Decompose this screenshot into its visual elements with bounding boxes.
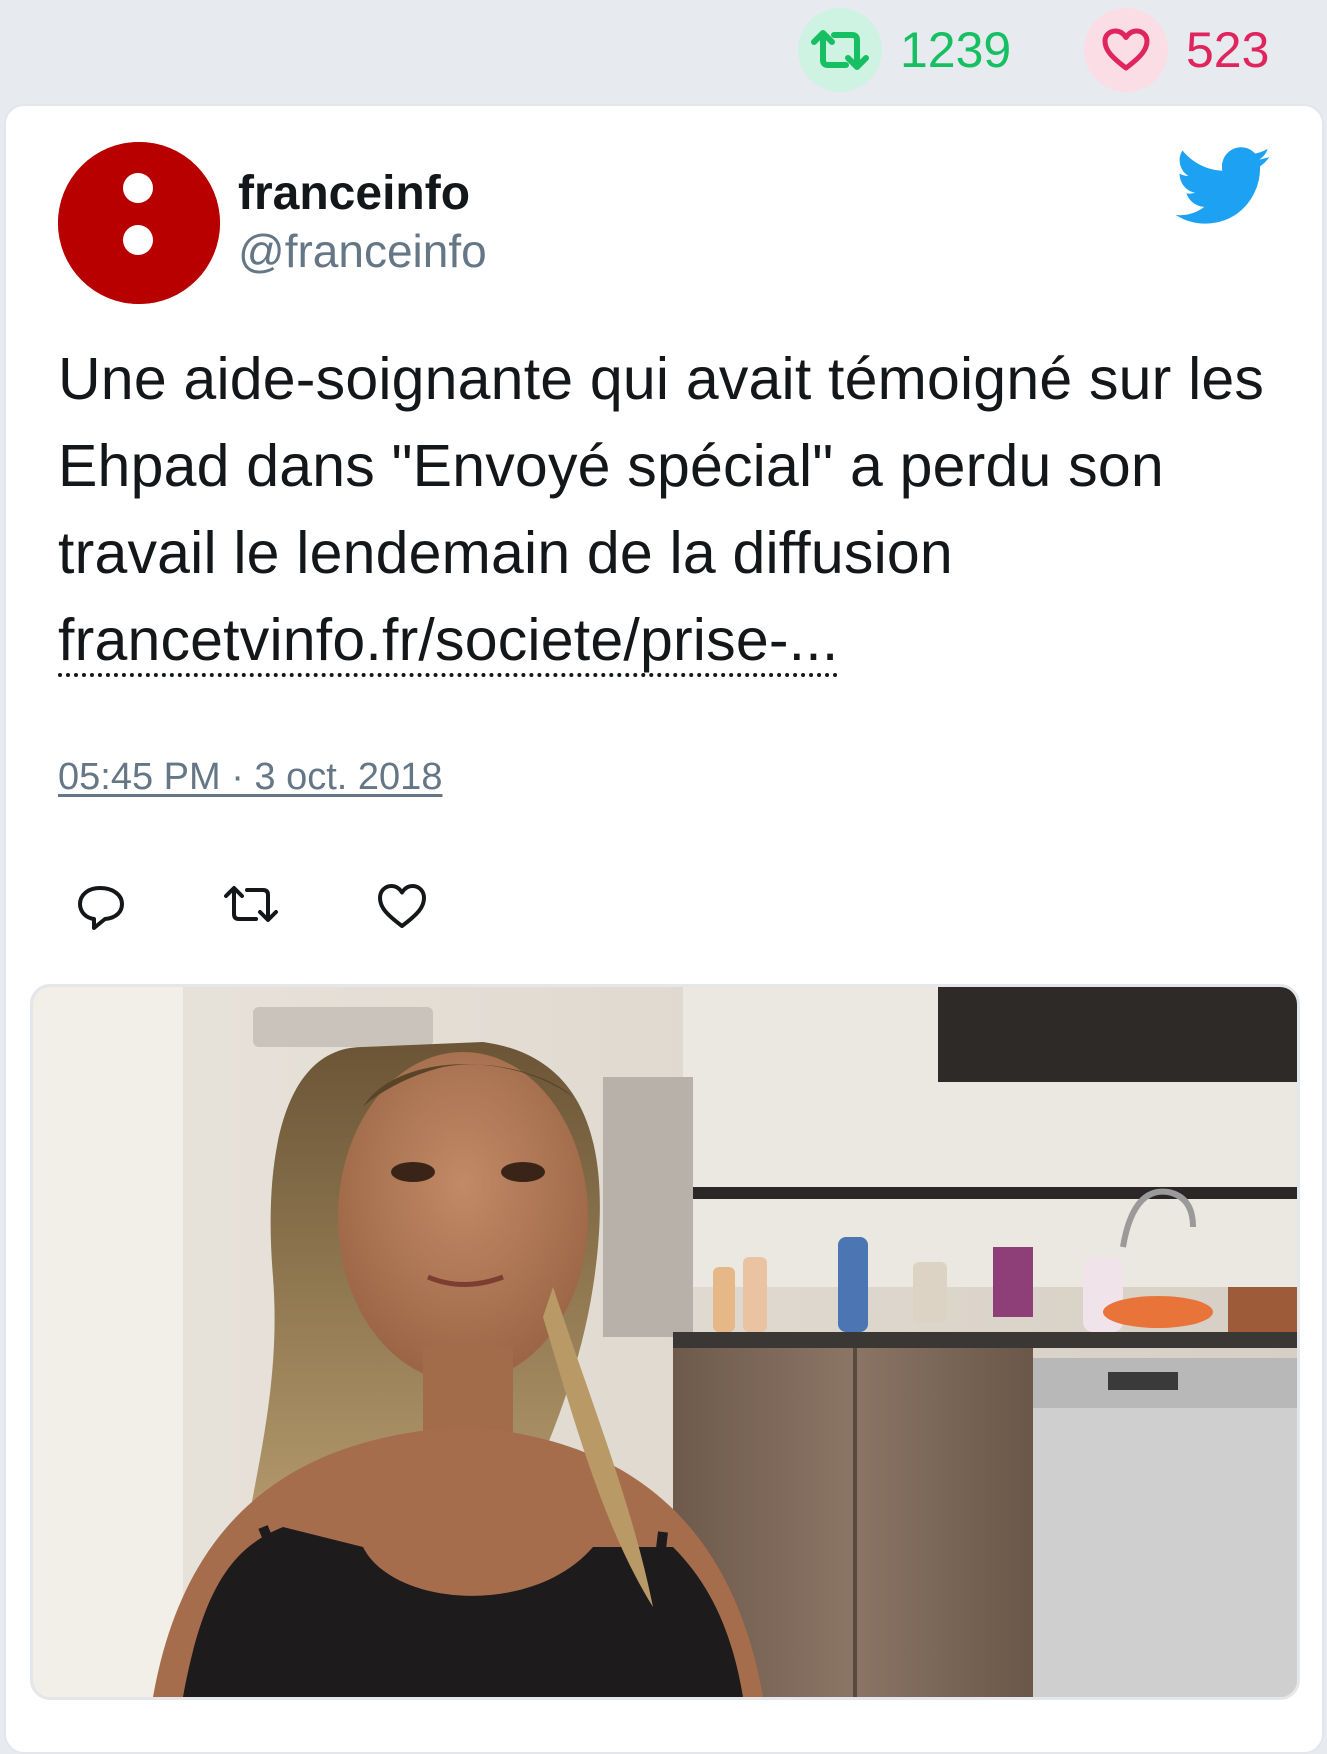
twitter-bird-icon[interactable] [1175,146,1272,231]
heart-icon[interactable] [1084,8,1168,92]
author-handle[interactable]: @franceinfo [238,228,487,274]
photo-image[interactable] [30,984,1300,1700]
tweet-link[interactable]: francetvinfo.fr/societe/prise-... [58,607,839,677]
retweet-stat[interactable]: 1239 [798,8,1011,92]
timestamp[interactable]: 05:45 PM · 3 oct. 2018 [58,758,442,796]
like-count: 523 [1186,22,1270,78]
stats-bar: 1239 523 [0,0,1327,100]
heart-icon[interactable] [372,876,432,936]
retweet-icon[interactable] [220,876,280,936]
avatar[interactable] [58,142,220,304]
retweet-count: 1239 [900,22,1012,78]
tweet-body: Une aide-soignante qui avait témoigné su… [58,346,1265,586]
tweet-card: franceinfo @franceinfo Une aide-soignant… [4,104,1324,1754]
reply-icon[interactable] [72,876,132,936]
like-stat[interactable]: 523 [1084,8,1269,92]
retweet-icon[interactable] [798,8,882,92]
author-name[interactable]: franceinfo [238,170,470,218]
tweet-text: Une aide-soignante qui avait témoigné su… [58,336,1288,684]
